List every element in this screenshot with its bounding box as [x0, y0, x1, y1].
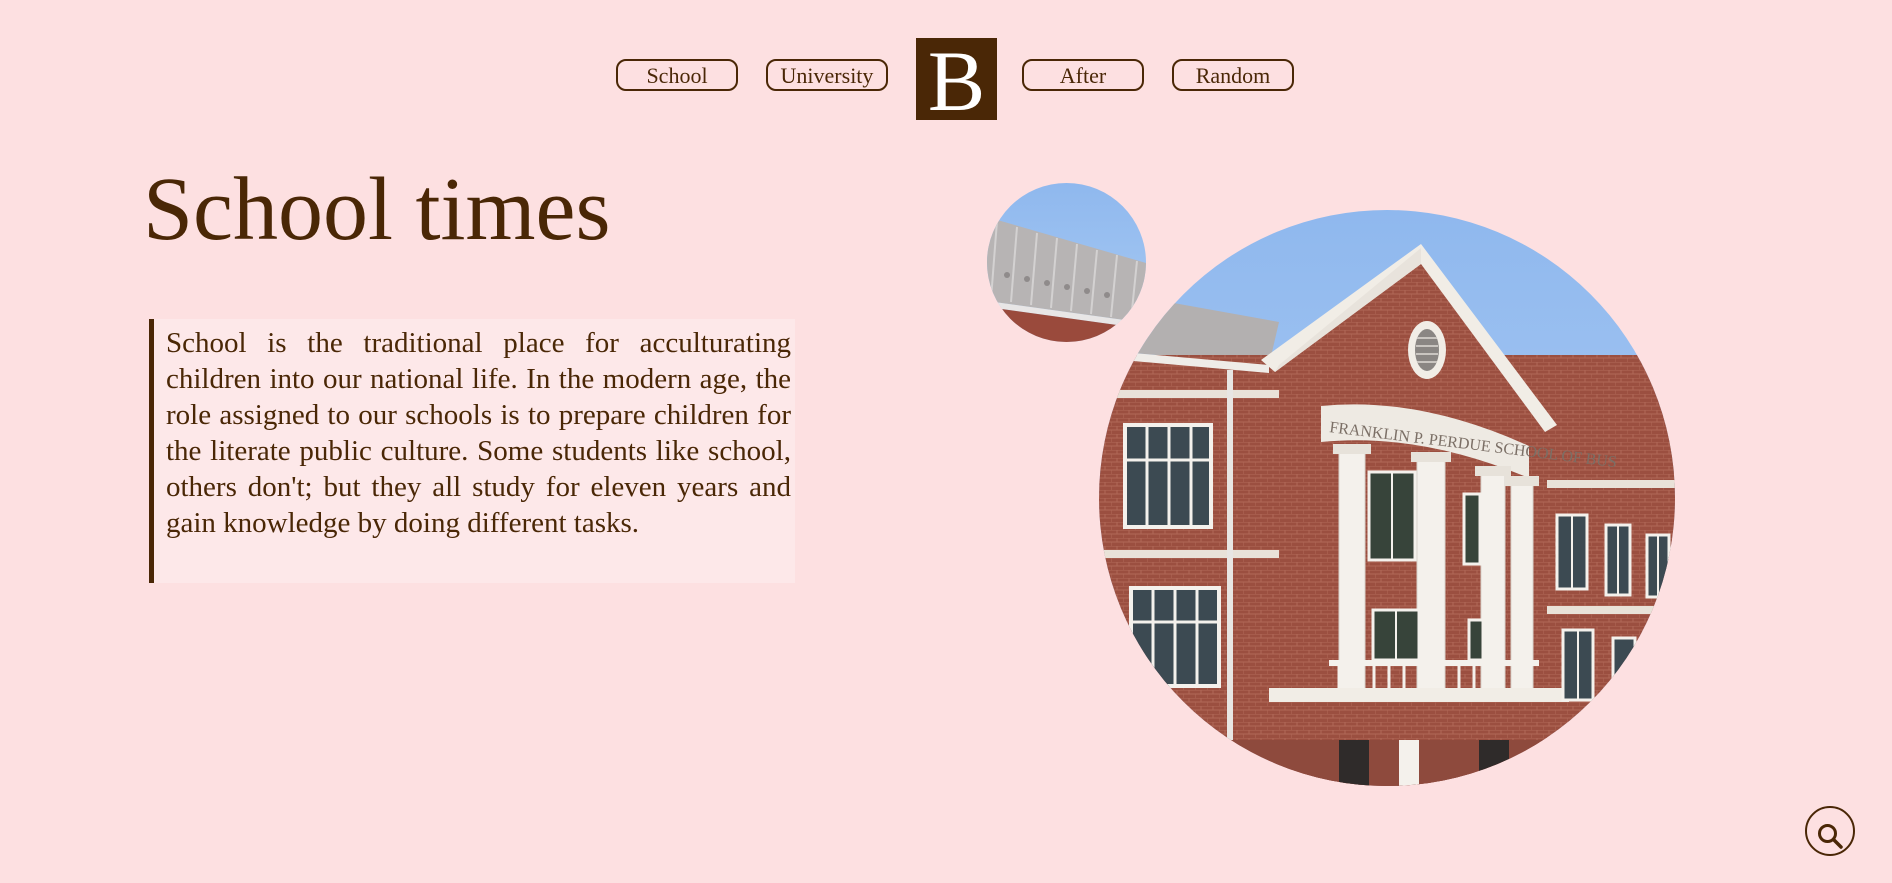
nav-university-button[interactable]: University — [766, 59, 888, 91]
nav-school-button[interactable]: School — [616, 59, 738, 91]
roof-detail-image — [987, 183, 1146, 342]
search-button[interactable] — [1805, 806, 1855, 856]
school-building-image: FRANKLIN P. PERDUE SCHOOL OF BUS — [1099, 210, 1675, 786]
intro-text: School is the traditional place for accu… — [166, 327, 791, 539]
search-icon — [1818, 824, 1843, 849]
intro-quote-block: School is the traditional place for accu… — [149, 319, 795, 583]
top-nav: School University B After Random — [0, 38, 1892, 124]
nav-random-button[interactable]: Random — [1172, 59, 1294, 91]
page-title: School times — [143, 160, 611, 259]
logo[interactable]: B — [916, 38, 997, 124]
nav-after-button[interactable]: After — [1022, 59, 1144, 91]
